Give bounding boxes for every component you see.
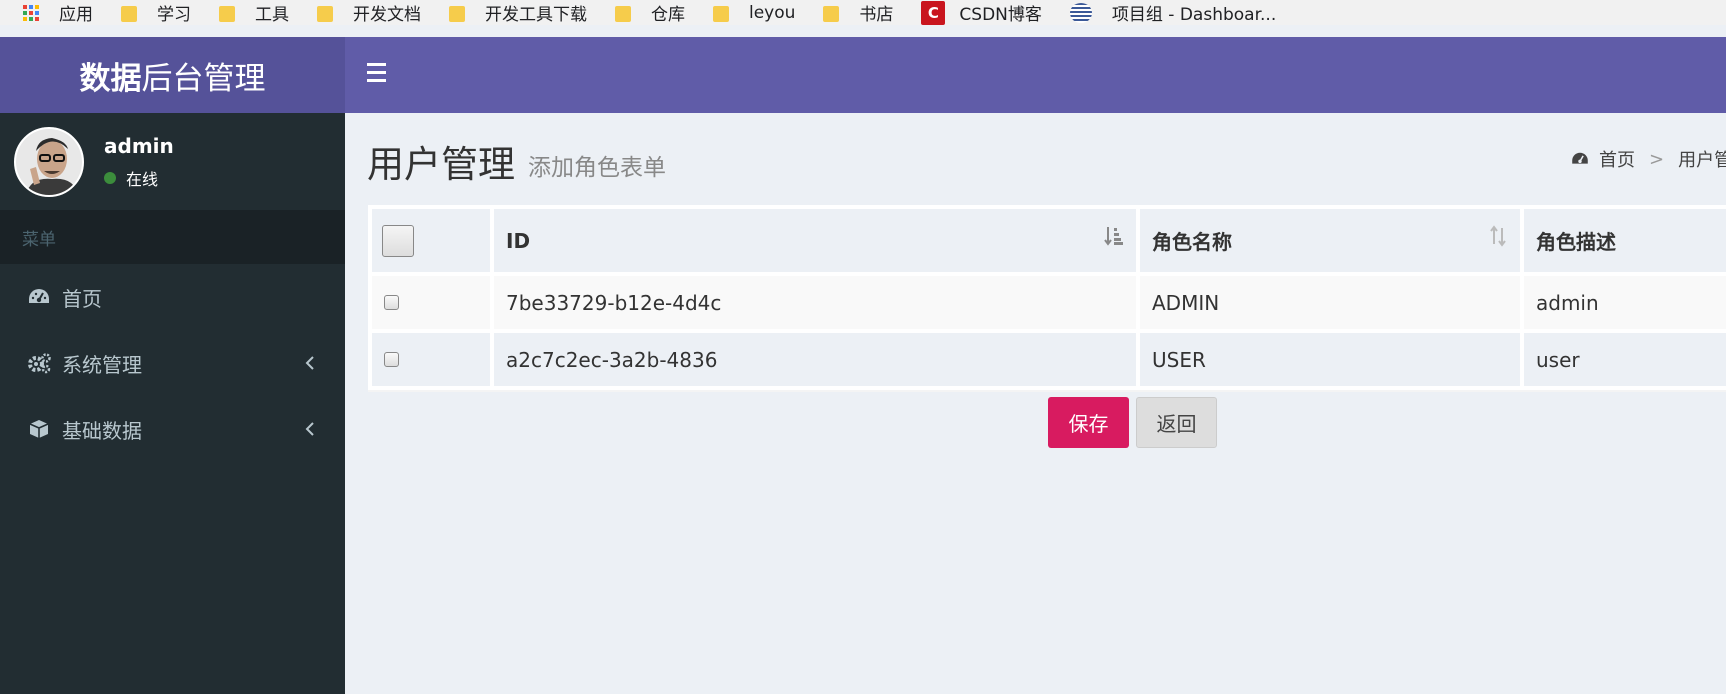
bookmark-folder[interactable]: 书店 bbox=[823, 0, 893, 25]
user-panel: admin 在线 bbox=[0, 113, 345, 210]
row-checkbox[interactable] bbox=[384, 295, 399, 310]
bookmark-label: 学习 bbox=[157, 5, 191, 25]
logo-text: 后台管理 bbox=[141, 60, 266, 97]
cogs-icon bbox=[26, 350, 52, 376]
sidebar: admin 在线 菜单 首页 系统管理 基础数据 bbox=[0, 113, 345, 694]
column-header-name[interactable]: 角色名称 bbox=[1140, 209, 1520, 272]
table-row[interactable]: a2c7c2ec-3a2b-4836 USER user bbox=[372, 333, 1726, 386]
role-table: ID 角色名称 角色描述 7be33729-b12e-4d4c ADMIN ad… bbox=[368, 205, 1726, 392]
bookmark-csdn[interactable]: C CSDN博客 bbox=[921, 0, 1042, 25]
online-dot-icon bbox=[104, 172, 116, 184]
bookmark-label: CSDN博客 bbox=[959, 5, 1042, 25]
chevron-left-icon bbox=[305, 352, 315, 376]
bookmark-folder[interactable]: 工具 bbox=[219, 0, 289, 25]
save-button[interactable]: 保存 bbox=[1048, 397, 1129, 448]
bookmark-label: 仓库 bbox=[651, 5, 685, 25]
bookmark-label: 书店 bbox=[859, 5, 894, 25]
user-status-label: 在线 bbox=[126, 170, 159, 189]
bookmarks-bar: 应用 学习 工具 开发文档 开发工具下载 仓库 leyou 书店 C CSDN博客… bbox=[0, 0, 1726, 25]
column-header-label: 角色名称 bbox=[1152, 230, 1232, 254]
avatar bbox=[14, 127, 84, 197]
sidebar-item-basic-data[interactable]: 基础数据 bbox=[0, 396, 345, 462]
page-subtitle: 添加角色表单 bbox=[528, 155, 666, 181]
row-select-cell bbox=[372, 276, 490, 329]
column-header-label: ID bbox=[506, 228, 531, 253]
bookmark-folder[interactable]: 开发文档 bbox=[317, 0, 421, 25]
bookmark-folder[interactable]: leyou bbox=[713, 0, 795, 25]
sidebar-item-label: 基础数据 bbox=[62, 418, 142, 443]
cell-desc: user bbox=[1524, 333, 1726, 386]
sidebar-item-label: 系统管理 bbox=[62, 352, 142, 377]
bookmark-folder[interactable]: 学习 bbox=[121, 0, 191, 25]
column-header-id[interactable]: ID bbox=[494, 209, 1136, 272]
user-name: admin bbox=[104, 134, 174, 158]
bookmark-project[interactable]: 项目组 - Dashboar... bbox=[1069, 0, 1277, 25]
dashboard-icon bbox=[1571, 152, 1589, 166]
apps-icon bbox=[23, 4, 39, 21]
breadcrumb-current: 用户管理 bbox=[1678, 150, 1726, 171]
dashboard-icon bbox=[26, 284, 52, 310]
cube-icon bbox=[26, 416, 52, 442]
back-button[interactable]: 返回 bbox=[1136, 397, 1217, 448]
folder-icon bbox=[823, 5, 840, 22]
sidebar-item-label: 首页 bbox=[62, 286, 102, 311]
cell-desc: admin bbox=[1524, 276, 1726, 329]
sidebar-item-home[interactable]: 首页 bbox=[0, 264, 345, 330]
cell-id: a2c7c2ec-3a2b-4836 bbox=[494, 333, 1136, 386]
bookmark-label: 工具 bbox=[255, 5, 289, 25]
folder-icon bbox=[121, 5, 137, 22]
row-checkbox[interactable] bbox=[384, 352, 399, 367]
breadcrumb-home[interactable]: 首页 bbox=[1599, 146, 1635, 172]
folder-icon bbox=[713, 5, 729, 22]
sidebar-item-system[interactable]: 系统管理 bbox=[0, 330, 345, 396]
sidebar-toggle-icon[interactable] bbox=[367, 63, 387, 85]
cell-name: USER bbox=[1140, 333, 1520, 386]
folder-icon bbox=[317, 5, 333, 22]
cell-name: ADMIN bbox=[1140, 276, 1520, 329]
select-all-cell bbox=[372, 209, 490, 272]
breadcrumb: 首页 > 用户管理 bbox=[1571, 146, 1726, 172]
folder-icon bbox=[615, 5, 631, 22]
logo-bold-text: 数据 bbox=[79, 60, 142, 97]
column-header-label: 角色描述 bbox=[1536, 230, 1616, 254]
app-logo[interactable]: 数据 后台管理 bbox=[0, 37, 345, 113]
folder-icon bbox=[219, 5, 235, 22]
page-title: 用户管理 bbox=[367, 143, 515, 186]
chevron-left-icon bbox=[305, 418, 315, 442]
bookmark-label: 应用 bbox=[59, 5, 93, 25]
bookmark-apps[interactable]: 应用 bbox=[23, 0, 93, 25]
column-header-desc[interactable]: 角色描述 bbox=[1524, 209, 1726, 272]
top-navbar bbox=[345, 37, 1726, 113]
folder-icon bbox=[449, 5, 465, 22]
bookmark-label: 开发工具下载 bbox=[485, 5, 587, 25]
sort-icon[interactable] bbox=[1488, 225, 1508, 252]
breadcrumb-separator: > bbox=[1649, 148, 1665, 170]
bookmark-label: 项目组 - Dashboar... bbox=[1111, 5, 1277, 25]
bookmark-label: leyou bbox=[749, 2, 796, 23]
project-icon bbox=[1069, 2, 1092, 23]
bookmark-label: 开发文档 bbox=[353, 5, 421, 25]
cell-id: 7be33729-b12e-4d4c bbox=[494, 276, 1136, 329]
bookmark-folder[interactable]: 仓库 bbox=[615, 0, 685, 25]
bookmark-folder[interactable]: 开发工具下载 bbox=[449, 0, 587, 25]
table-row[interactable]: 7be33729-b12e-4d4c ADMIN admin bbox=[372, 276, 1726, 329]
row-select-cell bbox=[372, 333, 490, 386]
csdn-icon: C bbox=[921, 0, 946, 25]
user-status[interactable]: 在线 bbox=[104, 166, 158, 190]
sort-amount-down-icon[interactable] bbox=[1104, 225, 1124, 252]
select-all-checkbox[interactable] bbox=[382, 224, 414, 257]
menu-header: 菜单 bbox=[0, 210, 345, 264]
